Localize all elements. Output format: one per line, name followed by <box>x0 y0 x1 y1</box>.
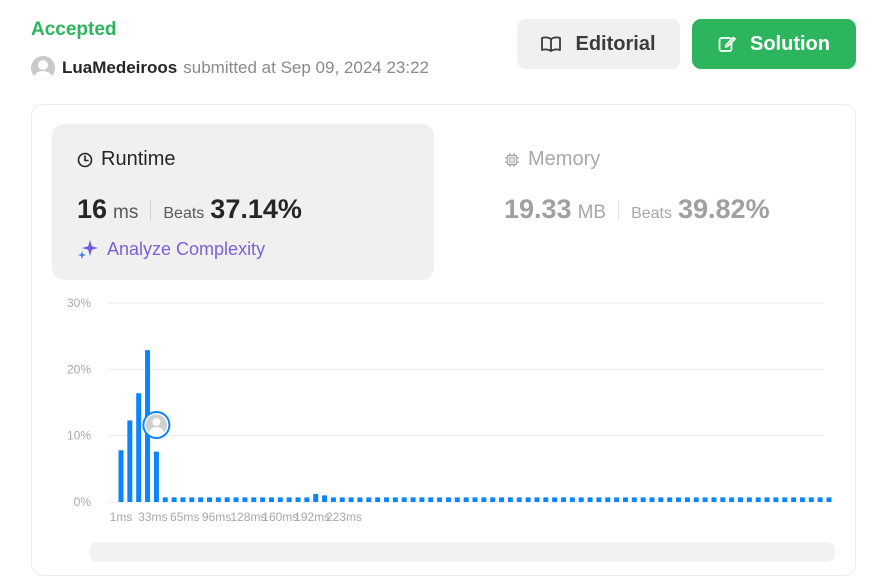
chart-bar <box>445 497 451 502</box>
chart-bar <box>136 393 142 502</box>
chart-bar <box>605 497 611 502</box>
x-tick-label: 1ms <box>110 510 133 524</box>
chart-bar <box>437 497 443 502</box>
chart-bar <box>667 497 673 502</box>
chart-bar <box>392 497 398 502</box>
chart-bar <box>578 497 584 502</box>
chart-bar <box>552 497 558 502</box>
chart-bar <box>543 497 549 502</box>
chart-bar <box>366 497 372 502</box>
chart-bar <box>127 420 133 502</box>
y-tick-label: 20% <box>67 362 91 376</box>
chart-bar <box>304 497 310 502</box>
chart-bar <box>729 497 735 502</box>
x-tick-label: 160ms <box>262 510 298 524</box>
chart-bar <box>614 497 620 502</box>
chart-bar <box>268 497 274 502</box>
x-tick-label: 223ms <box>326 510 362 524</box>
chart-bar <box>569 497 575 502</box>
chart-bar <box>198 497 204 502</box>
chart-bar <box>410 497 416 502</box>
chart-bar <box>693 497 699 502</box>
chart-bar <box>490 497 496 502</box>
chart-bar <box>419 497 425 502</box>
chart-bar <box>162 497 168 502</box>
chart-bar <box>746 497 752 502</box>
chart-bar <box>348 497 354 502</box>
chart-bar <box>286 497 292 502</box>
y-tick-label: 0% <box>74 495 92 509</box>
x-tick-label: 65ms <box>170 510 199 524</box>
y-tick-label: 10% <box>67 429 91 443</box>
chart-bar <box>295 497 301 502</box>
x-tick-label: 33ms <box>138 510 167 524</box>
chart-bar <box>153 451 159 502</box>
user-marker-head <box>152 418 161 426</box>
chart-bar <box>322 495 328 502</box>
user-marker-body <box>149 427 164 437</box>
chart-bar <box>499 497 505 502</box>
chart-bar <box>481 497 487 502</box>
chart-bar <box>622 497 628 502</box>
x-tick-label: 96ms <box>202 510 231 524</box>
chart-bar <box>799 497 805 502</box>
chart-bar <box>224 497 230 502</box>
chart-bar <box>808 497 814 502</box>
chart-bar <box>215 497 221 502</box>
chart-bar <box>207 497 212 502</box>
chart-bar <box>631 497 637 502</box>
chart-bar <box>401 497 407 502</box>
chart-bar <box>507 497 513 502</box>
chart-bar <box>357 497 363 502</box>
chart-bar <box>171 497 177 502</box>
chart-bar <box>516 497 522 502</box>
x-tick-label: 128ms <box>230 510 266 524</box>
code-panel-edge <box>89 542 835 562</box>
chart-bar <box>773 497 779 502</box>
chart-bar <box>463 497 469 502</box>
chart-bar <box>251 497 257 502</box>
chart-bar <box>472 497 478 502</box>
chart-bar <box>791 497 797 502</box>
chart-bar <box>817 497 823 502</box>
chart-bar <box>233 497 239 502</box>
chart-bar <box>375 497 381 502</box>
chart-bar <box>242 497 248 502</box>
chart-bar <box>454 497 460 502</box>
chart-bar <box>260 497 266 502</box>
chart-bar <box>313 494 319 502</box>
chart-bar <box>587 497 593 502</box>
runtime-distribution-chart[interactable]: 0% 10% 20% 30% 1ms 33ms 65ms 96ms 128ms160ms192m… <box>0 0 881 556</box>
chart-bar <box>684 497 690 502</box>
chart-bar <box>782 497 788 502</box>
chart-bar <box>180 497 186 502</box>
chart-bar <box>339 497 345 502</box>
chart-bar <box>384 497 389 502</box>
x-tick-label: 192ms <box>294 510 330 524</box>
chart-bar <box>561 497 566 502</box>
chart-bar <box>702 497 708 502</box>
chart-bar <box>755 497 761 502</box>
y-tick-label: 30% <box>67 296 91 310</box>
chart-bar <box>525 497 531 502</box>
chart-bar <box>738 497 743 502</box>
chart-bar <box>826 497 832 502</box>
chart-bar <box>330 497 336 502</box>
chart-bar <box>596 497 602 502</box>
chart-bar <box>277 497 283 502</box>
chart-bar <box>640 497 646 502</box>
chart-bar <box>189 497 195 502</box>
chart-bar <box>711 497 717 502</box>
chart-bar <box>649 497 655 502</box>
chart-bar <box>658 497 664 502</box>
chart-bar <box>534 497 540 502</box>
chart-bar <box>720 497 726 502</box>
chart-bar <box>428 497 434 502</box>
chart-bar <box>118 450 124 502</box>
chart-bar <box>764 497 770 502</box>
chart-bar <box>676 497 682 502</box>
